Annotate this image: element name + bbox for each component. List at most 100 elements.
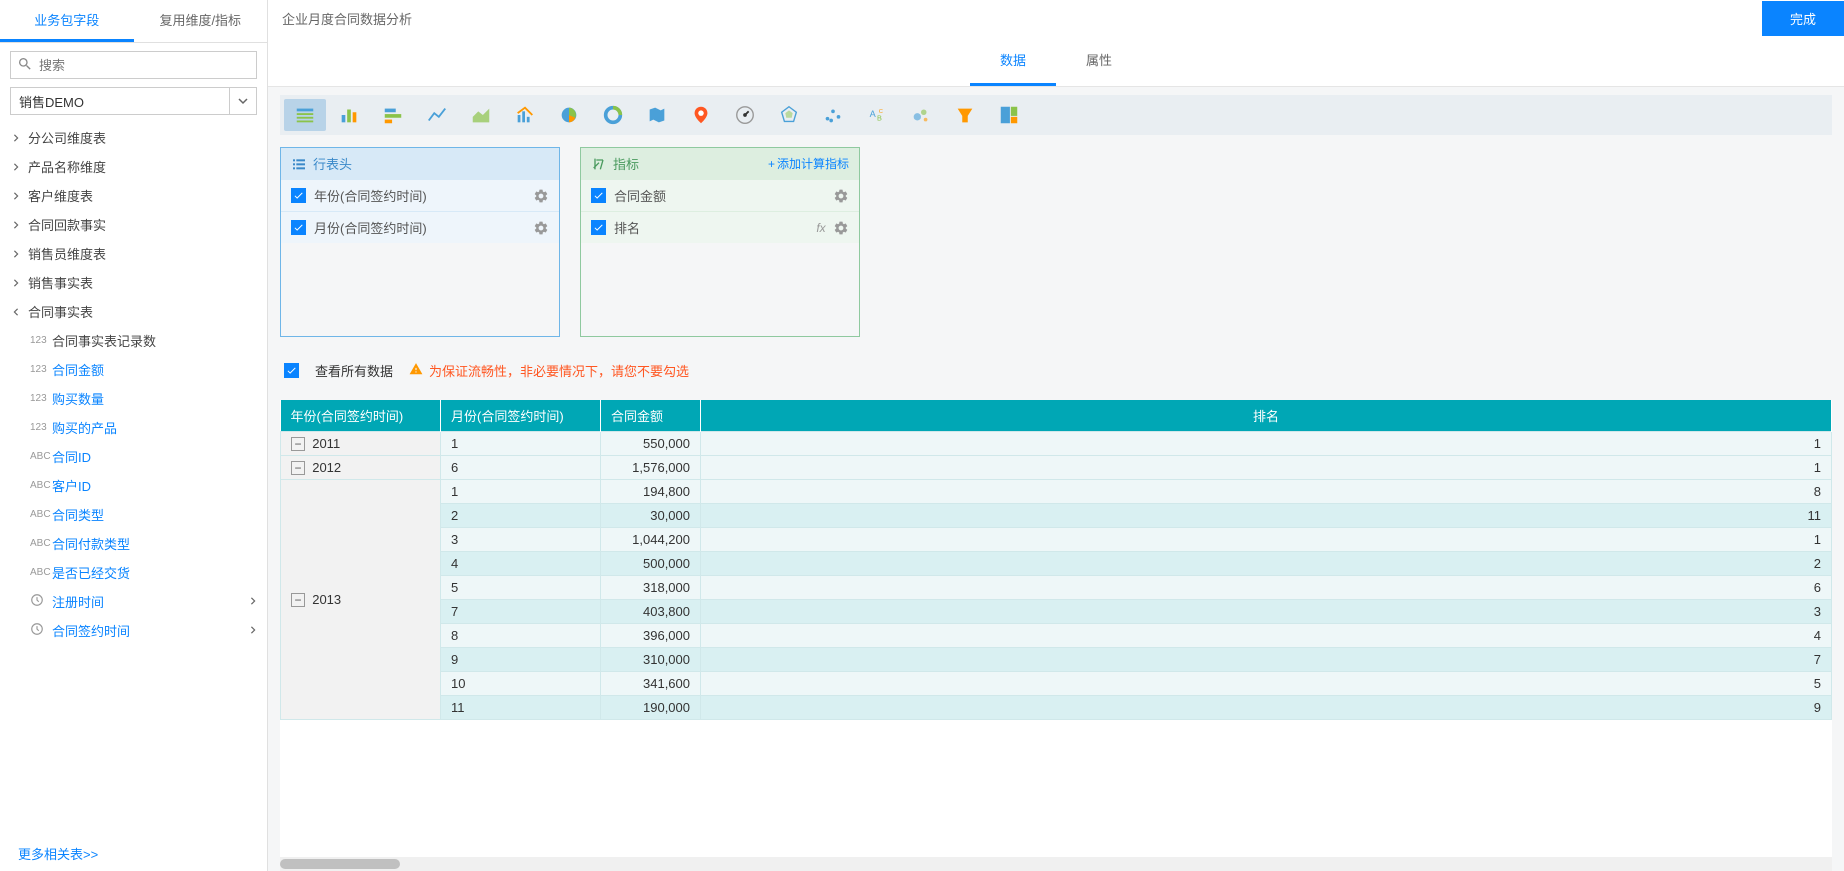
bar-chart-icon[interactable] xyxy=(372,99,414,131)
tree-field[interactable]: 合同签约时间 xyxy=(0,616,267,645)
measure-item[interactable]: 排名fx xyxy=(581,211,859,243)
row-header-item[interactable]: 月份(合同签约时间) xyxy=(281,211,559,243)
caret-icon xyxy=(10,221,22,229)
tree-node[interactable]: 合同回款事实 xyxy=(0,210,267,239)
checkbox[interactable] xyxy=(291,188,306,203)
gear-icon[interactable] xyxy=(833,220,849,236)
month-cell: 2 xyxy=(441,504,601,528)
scrollbar-thumb[interactable] xyxy=(280,859,400,869)
view-all-checkbox[interactable] xyxy=(284,363,299,378)
svg-text:C: C xyxy=(879,109,883,115)
field-type-tag: ABC xyxy=(30,451,52,462)
table-icon[interactable] xyxy=(284,99,326,131)
month-cell: 1 xyxy=(441,480,601,504)
tree-field[interactable]: 123合同事实表记录数 xyxy=(0,326,267,355)
tree-field[interactable]: 123购买的产品 xyxy=(0,413,267,442)
wordcloud-icon[interactable]: ABC xyxy=(856,99,898,131)
row-header-item[interactable]: 年份(合同签约时间) xyxy=(281,179,559,211)
month-cell: 4 xyxy=(441,552,601,576)
pie-chart-icon[interactable] xyxy=(548,99,590,131)
caret-icon xyxy=(249,596,257,608)
tree-node[interactable]: 合同事实表 xyxy=(0,297,267,326)
tree-field[interactable]: 123购买数量 xyxy=(0,384,267,413)
rank-cell: 1 xyxy=(701,432,1832,456)
tree-field[interactable]: 123合同金额 xyxy=(0,355,267,384)
done-button[interactable]: 完成 xyxy=(1762,1,1844,36)
radar-icon[interactable] xyxy=(768,99,810,131)
collapse-icon[interactable]: − xyxy=(291,593,305,607)
view-all-label: 查看所有数据 xyxy=(315,361,393,380)
combo-chart-icon[interactable] xyxy=(504,99,546,131)
tree-field-label: 客户ID xyxy=(52,476,91,495)
checkbox[interactable] xyxy=(591,188,606,203)
month-cell: 9 xyxy=(441,648,601,672)
bubble-icon[interactable] xyxy=(900,99,942,131)
more-tables-link[interactable]: 更多相关表>> xyxy=(0,836,267,871)
tab-attributes[interactable]: 属性 xyxy=(1056,36,1142,86)
line-chart-icon[interactable] xyxy=(416,99,458,131)
map-icon[interactable] xyxy=(636,99,678,131)
checkbox[interactable] xyxy=(291,220,306,235)
tab-data[interactable]: 数据 xyxy=(970,36,1056,86)
field-type-tag: ABC xyxy=(30,538,52,549)
tree-field[interactable]: ABC是否已经交货 xyxy=(0,558,267,587)
gauge-icon[interactable] xyxy=(724,99,766,131)
tree-field[interactable]: ABC合同类型 xyxy=(0,500,267,529)
tree-node[interactable]: 销售员维度表 xyxy=(0,239,267,268)
caret-icon xyxy=(10,163,22,171)
tree-node[interactable]: 分公司维度表 xyxy=(0,123,267,152)
amount-cell: 550,000 xyxy=(601,432,701,456)
tree-field[interactable]: ABC合同付款类型 xyxy=(0,529,267,558)
view-all-warning: 为保证流畅性，非必要情况下，请您不要勾选 xyxy=(409,361,689,380)
horizontal-scrollbar[interactable] xyxy=(280,857,1832,871)
caret-icon xyxy=(10,250,22,258)
rank-cell: 4 xyxy=(701,624,1832,648)
table-header[interactable]: 月份(合同签约时间) xyxy=(441,400,601,432)
measure-item[interactable]: 合同金额 xyxy=(581,179,859,211)
geo-point-icon[interactable] xyxy=(680,99,722,131)
caret-icon xyxy=(10,308,22,316)
search-input-wrap[interactable] xyxy=(10,51,257,79)
tree-node[interactable]: 产品名称维度 xyxy=(0,152,267,181)
collapse-icon[interactable]: − xyxy=(291,437,305,451)
funnel-icon[interactable] xyxy=(944,99,986,131)
scatter-icon[interactable] xyxy=(812,99,854,131)
tree-field[interactable]: ABC客户ID xyxy=(0,471,267,500)
clock-icon xyxy=(30,622,52,639)
dropdown-icon xyxy=(229,88,248,114)
add-calc-measure-link[interactable]: +添加计算指标 xyxy=(768,155,849,172)
column-chart-icon[interactable] xyxy=(328,99,370,131)
tab-reuse-dimension[interactable]: 复用维度/指标 xyxy=(134,0,268,42)
treemap-icon[interactable] xyxy=(988,99,1030,131)
search-icon xyxy=(17,56,33,75)
amount-cell: 341,600 xyxy=(601,672,701,696)
gear-icon[interactable] xyxy=(533,188,549,204)
svg-text:A: A xyxy=(870,109,877,119)
table-header[interactable]: 年份(合同签约时间) xyxy=(281,400,441,432)
donut-chart-icon[interactable] xyxy=(592,99,634,131)
collapse-icon[interactable]: − xyxy=(291,461,305,475)
package-select[interactable]: 销售DEMO xyxy=(10,87,257,115)
table-header[interactable]: 合同金额 xyxy=(601,400,701,432)
field-type-tag: 123 xyxy=(30,335,52,346)
tree-node[interactable]: 客户维度表 xyxy=(0,181,267,210)
search-input[interactable] xyxy=(39,58,250,73)
table-header[interactable]: 排名 xyxy=(701,400,1832,432)
area-chart-icon[interactable] xyxy=(460,99,502,131)
month-cell: 3 xyxy=(441,528,601,552)
gear-icon[interactable] xyxy=(533,220,549,236)
page-title: 企业月度合同数据分析 xyxy=(268,9,1762,28)
tree-field[interactable]: ABC合同ID xyxy=(0,442,267,471)
fx-icon[interactable]: fx xyxy=(813,220,829,236)
tree-field[interactable]: 注册时间 xyxy=(0,587,267,616)
caret-icon xyxy=(10,134,22,142)
month-cell: 5 xyxy=(441,576,601,600)
checkbox[interactable] xyxy=(591,220,606,235)
rank-cell: 6 xyxy=(701,576,1832,600)
measure-config: 指标 +添加计算指标 合同金额排名fx xyxy=(580,147,860,337)
tree-node[interactable]: 销售事实表 xyxy=(0,268,267,297)
tab-business-fields[interactable]: 业务包字段 xyxy=(0,0,134,42)
gear-icon[interactable] xyxy=(833,188,849,204)
tree-field-label: 注册时间 xyxy=(52,592,104,611)
rank-cell: 1 xyxy=(701,528,1832,552)
